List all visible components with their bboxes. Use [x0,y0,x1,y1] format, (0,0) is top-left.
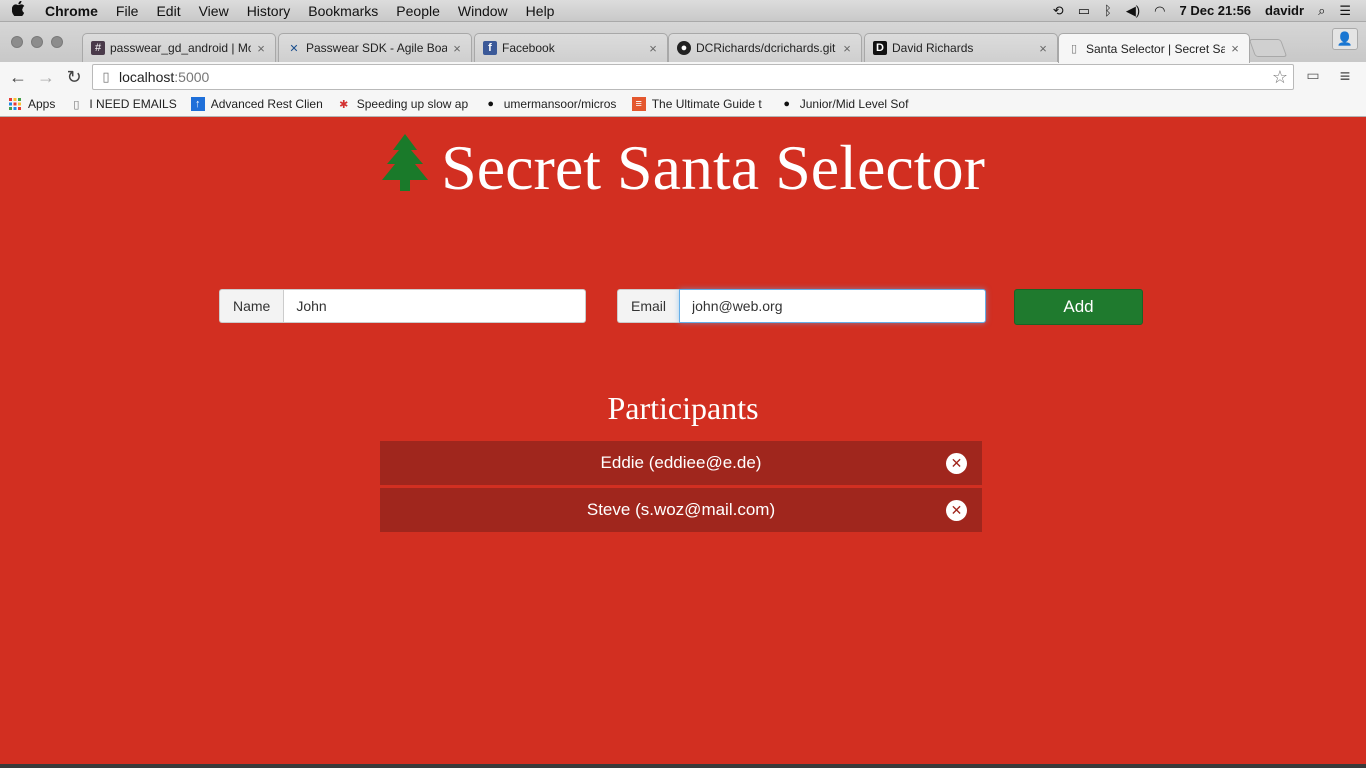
bookmark-item[interactable]: ● umermansoor/micros [484,97,618,111]
participants-heading: Participants [607,390,759,426]
reload-icon[interactable]: ↻ [60,67,88,88]
bookmark-item[interactable]: ▯ I NEED EMAILS [69,97,176,111]
address-port: :5000 [174,69,210,85]
close-tab-icon[interactable]: × [255,41,267,56]
participant-text: Steve (s.woz@mail.com) [586,500,776,519]
window-zoom-button[interactable] [51,36,63,48]
menubar-clock[interactable]: 7 Dec 21:56 [1172,3,1258,18]
menu-app-name[interactable]: Chrome [36,3,107,19]
hash-icon: # [91,41,105,55]
volume-icon[interactable]: ◀) [1119,3,1147,19]
close-tab-icon[interactable]: × [451,41,463,56]
menu-help[interactable]: Help [517,3,564,19]
apps-grid-icon [8,97,22,111]
facebook-icon: f [483,41,497,55]
menu-view[interactable]: View [190,3,238,19]
remove-participant-icon[interactable]: ✕ [946,500,967,521]
page-heading: Secret Santa Selector [0,132,1366,207]
window-minimize-button[interactable] [31,36,43,48]
remove-participant-icon[interactable]: ✕ [946,453,967,474]
profile-icon[interactable]: 👤 [1332,28,1358,50]
christmas-tree-icon [381,133,429,207]
jira-icon: ✕ [289,42,299,55]
address-host: localhost [119,69,175,85]
participant-row: Eddie (eddiee@e.de) ✕ [380,441,982,485]
macos-menu-bar: Chrome File Edit View History Bookmarks … [0,0,1366,22]
close-tab-icon[interactable]: × [1229,41,1241,56]
wifi-icon[interactable]: ◠ [1147,3,1172,19]
email-input-group: Email [617,289,987,323]
email-input[interactable] [679,289,987,323]
bookmarks-bar: Apps ▯ I NEED EMAILS ↑ Advanced Rest Cli… [0,92,1366,117]
page-icon: ▯ [1070,43,1078,55]
window-bottom-edge [0,764,1366,768]
menu-people[interactable]: People [387,3,449,19]
github-icon: ● [487,98,495,110]
forward-arrow-icon[interactable]: → [32,67,60,88]
menu-edit[interactable]: Edit [147,3,189,19]
participants-list: Eddie (eddiee@e.de) ✕ Steve (s.woz@mail.… [380,441,982,535]
add-button[interactable]: Add [1014,289,1143,325]
bookmark-star-icon[interactable]: ☆ [1267,67,1293,88]
name-input-group: Name [219,289,587,323]
address-bar[interactable]: ▯ localhost:5000 ☆ [92,64,1294,90]
new-tab-button[interactable] [1248,39,1288,57]
bookmark-item[interactable]: ✱ Speeding up slow ap [337,97,470,111]
browser-tab-strip: # passwear_gd_android | Mo × ✕ Passwear … [0,22,1366,63]
github-icon: ● [677,41,691,55]
arrow-up-icon: ↑ [190,97,205,111]
name-input[interactable] [283,289,587,323]
name-label: Name [219,289,284,323]
bookmark-item[interactable]: ↑ Advanced Rest Clien [190,97,323,111]
github-icon: ● [783,98,791,110]
browser-tab[interactable]: f Facebook × [474,33,668,62]
menu-file[interactable]: File [107,3,148,19]
participant-text: Eddie (eddiee@e.de) [600,453,762,472]
battery-icon[interactable]: ▭ [1071,3,1097,19]
bookmark-apps[interactable]: Apps [8,97,55,111]
bluetooth-icon[interactable]: ᛒ [1097,3,1119,18]
page-content: Secret Santa Selector Name Email Add Par… [0,118,1366,768]
back-arrow-icon[interactable]: ← [4,67,32,88]
page-icon: ▯ [102,69,110,84]
email-label: Email [617,289,680,323]
participant-row: Steve (s.woz@mail.com) ✕ [380,488,982,532]
browser-tab[interactable]: # passwear_gd_android | Mo × [82,33,276,62]
bookmark-item[interactable]: ● Junior/Mid Level Sof [780,97,914,111]
window-close-button[interactable] [11,36,23,48]
browser-tab[interactable]: ● DCRichards/dcrichards.git × [668,33,862,62]
page-icon: ▯ [73,98,80,111]
browser-tab[interactable]: ✕ Passwear SDK - Agile Boa × [278,33,472,62]
chrome-menu-icon[interactable]: ≡ [1334,66,1356,87]
menubar-user[interactable]: davidr [1258,3,1311,18]
apple-menu-icon[interactable] [0,0,36,20]
menu-history[interactable]: History [238,3,300,19]
menu-bookmarks[interactable]: Bookmarks [299,3,387,19]
close-tab-icon[interactable]: × [1037,41,1049,56]
close-tab-icon[interactable]: × [841,41,853,56]
notification-center-icon[interactable]: ☰ [1332,3,1358,19]
cast-icon[interactable]: ▭ [1302,67,1324,85]
page-title: Secret Santa Selector [441,132,985,203]
time-machine-icon[interactable]: ⟲ [1046,3,1071,19]
browser-tab[interactable]: D David Richards × [864,33,1058,62]
spotlight-search-icon[interactable]: ⌕ [1311,3,1332,19]
bookmark-item[interactable]: ≡ The Ultimate Guide t [631,97,766,111]
stack-icon: ≡ [631,97,646,111]
close-tab-icon[interactable]: × [647,41,659,56]
menu-window[interactable]: Window [449,3,517,19]
d-icon: D [873,41,887,55]
crab-icon: ✱ [339,98,349,111]
browser-toolbar: ← → ↻ ▯ localhost:5000 ☆ ▭ ≡ [0,62,1366,92]
browser-tab-active[interactable]: ▯ Santa Selector | Secret Sa × [1058,33,1250,63]
